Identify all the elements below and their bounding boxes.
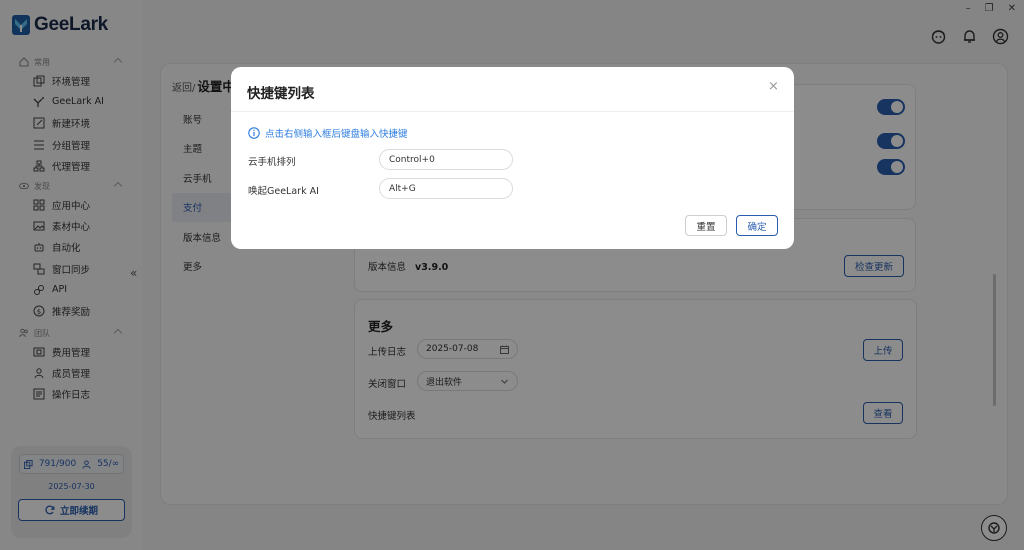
confirm-button[interactable]: 确定 — [736, 215, 778, 236]
info-icon — [248, 127, 260, 139]
divider — [231, 111, 794, 112]
close-icon[interactable]: × — [768, 79, 779, 94]
dialog-title: 快捷键列表 — [247, 86, 315, 102]
shortcut-label: 唤起GeeLark AI — [248, 186, 319, 197]
shortcut-list-dialog: 快捷键列表 × 点击右侧输入框后键盘输入快捷键 云手机排列 Control+0 … — [231, 67, 794, 249]
shortcut-input-arrange[interactable]: Control+0 — [379, 149, 513, 170]
reset-button[interactable]: 重置 — [685, 215, 727, 236]
hint-text: 点击右侧输入框后键盘输入快捷键 — [265, 129, 408, 140]
shortcut-input-ai[interactable]: Alt+G — [379, 178, 513, 199]
hint-row: 点击右侧输入框后键盘输入快捷键 — [248, 126, 408, 140]
shortcut-label: 云手机排列 — [248, 157, 296, 168]
